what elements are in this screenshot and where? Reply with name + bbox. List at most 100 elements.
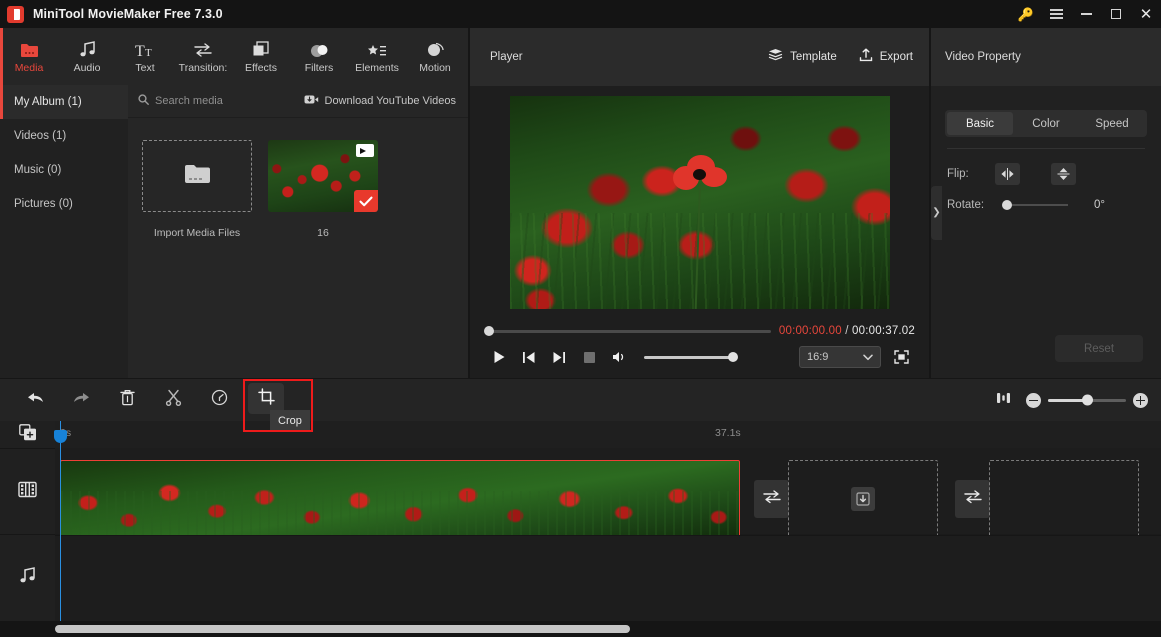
sidebar-item-music[interactable]: Music (0)	[0, 153, 128, 187]
undo-button[interactable]	[12, 379, 58, 421]
sidebar-item-pictures[interactable]: Pictures (0)	[0, 187, 128, 221]
volume-icon[interactable]	[604, 342, 634, 372]
fullscreen-icon[interactable]	[887, 344, 915, 370]
play-icon[interactable]	[484, 342, 514, 372]
stop-icon[interactable]	[574, 342, 604, 372]
media-grid: Import Media Files 16	[128, 118, 468, 239]
timeline-tracks	[55, 448, 1161, 621]
add-clip-icon	[851, 487, 875, 511]
nav-item-audio[interactable]: Audio	[58, 28, 116, 85]
sidebar-item-videos[interactable]: Videos (1)	[0, 119, 128, 153]
import-media-tile[interactable]: Import Media Files	[142, 140, 252, 239]
video-track[interactable]	[55, 448, 1161, 538]
volume-slider[interactable]	[644, 352, 738, 362]
undo-arrow-icon	[26, 390, 45, 410]
player-controls: 00:00:00.00 / 00:00:37.02 16:9	[470, 318, 929, 378]
drop-slot-2[interactable]	[989, 460, 1139, 538]
player-title: Player	[490, 51, 523, 63]
zoom-in-icon[interactable]	[1133, 392, 1148, 408]
property-panel: Video Property Basic Color Speed Flip: R…	[931, 28, 1161, 378]
key-icon[interactable]: 🔑	[1011, 0, 1041, 28]
timeline-track-rail	[0, 421, 55, 621]
timeline-ruler[interactable]: 0s 37.1s	[55, 421, 1161, 448]
seek-slider[interactable]	[484, 326, 771, 336]
next-frame-icon[interactable]	[544, 342, 574, 372]
check-icon[interactable]	[354, 190, 378, 212]
transition-slot-2[interactable]	[955, 480, 990, 518]
panel-collapse-handle[interactable]: ❯	[931, 186, 942, 240]
nav-item-effects[interactable]: Effects	[232, 28, 290, 85]
transition-arrows-icon	[762, 489, 781, 509]
nav-item-transitions[interactable]: Transition:	[174, 28, 232, 85]
export-button[interactable]: Export	[859, 48, 913, 67]
fit-to-window-button[interactable]	[980, 379, 1026, 421]
nav-item-label: Motion	[419, 61, 451, 74]
zoom-handle[interactable]	[1082, 394, 1093, 406]
audio-track[interactable]	[55, 535, 1161, 621]
tab-color[interactable]: Color	[1013, 112, 1079, 135]
property-panel-title: Video Property	[945, 51, 1021, 63]
transition-arrows-icon	[963, 489, 982, 509]
playhead-handle[interactable]	[54, 430, 67, 443]
volume-handle[interactable]	[728, 352, 738, 362]
playhead[interactable]	[54, 421, 67, 621]
transition-arrows-icon	[194, 40, 212, 58]
music-note-icon	[79, 40, 96, 58]
tab-label: Basic	[965, 117, 995, 130]
nav-item-label: Text	[135, 61, 155, 74]
crop-tooltip: Crop	[270, 410, 310, 432]
hamburger-menu-icon[interactable]	[1041, 0, 1071, 28]
media-clip-thumbnail[interactable]	[268, 140, 378, 212]
import-drop-area[interactable]	[142, 140, 252, 212]
download-youtube-button[interactable]: Download YouTube Videos	[304, 92, 469, 110]
rotate-slider[interactable]	[1002, 200, 1068, 210]
media-clip-tile[interactable]: 16	[268, 140, 378, 239]
album-label: My Album (1)	[14, 96, 82, 108]
audio-track-button[interactable]	[0, 534, 55, 621]
app-window: MiniTool MovieMaker Free 7.3.0 🔑 ✕ Media…	[0, 0, 1161, 637]
video-preview[interactable]	[509, 95, 890, 309]
speed-button[interactable]	[196, 379, 242, 421]
delete-button[interactable]	[104, 379, 150, 421]
add-media-button[interactable]	[0, 421, 55, 448]
property-tabs: Basic Color Speed	[945, 110, 1147, 137]
divider	[947, 148, 1145, 149]
video-track-button[interactable]	[0, 448, 55, 534]
nav-item-text[interactable]: TT Text	[116, 28, 174, 85]
split-button[interactable]	[150, 379, 196, 421]
timeline-clip[interactable]	[60, 460, 740, 538]
nav-item-elements[interactable]: Elements	[348, 28, 406, 85]
music-note-icon	[19, 567, 36, 589]
horizontal-scrollbar[interactable]	[55, 625, 630, 633]
rotate-handle[interactable]	[1002, 200, 1012, 210]
nav-item-media[interactable]: Media	[0, 28, 58, 85]
zoom-out-icon[interactable]	[1026, 392, 1041, 408]
time-display: 00:00:00.00 / 00:00:37.02	[779, 325, 915, 337]
drop-slot-1[interactable]	[788, 460, 938, 538]
sidebar-item-my-album[interactable]: My Album (1)	[0, 85, 128, 119]
chevron-down-icon	[863, 348, 873, 366]
redo-button[interactable]	[58, 379, 104, 421]
rotate-row: Rotate: 0°	[931, 199, 1161, 211]
search-input[interactable]: Search media	[128, 92, 223, 110]
transition-slot-1[interactable]	[754, 480, 789, 518]
flip-horizontal-icon[interactable]	[995, 163, 1020, 185]
flip-vertical-icon[interactable]	[1051, 163, 1076, 185]
nav-item-motion[interactable]: Motion	[406, 28, 464, 85]
template-button[interactable]: Template	[768, 48, 837, 66]
nav-item-filters[interactable]: Filters	[290, 28, 348, 85]
minimize-icon[interactable]	[1071, 0, 1101, 28]
seek-handle[interactable]	[484, 326, 494, 336]
reset-button[interactable]: Reset	[1055, 335, 1143, 362]
tab-basic[interactable]: Basic	[947, 112, 1013, 135]
previous-frame-icon[interactable]	[514, 342, 544, 372]
aspect-ratio-select[interactable]: 16:9	[799, 346, 881, 368]
tab-speed[interactable]: Speed	[1079, 112, 1145, 135]
close-icon[interactable]: ✕	[1131, 0, 1161, 28]
maximize-icon[interactable]	[1101, 0, 1131, 28]
export-upload-icon	[859, 48, 873, 67]
zoom-slider[interactable]	[1048, 394, 1126, 406]
fit-to-window-icon	[996, 391, 1011, 410]
chevron-right-icon: ❯	[932, 207, 941, 218]
svg-text:T: T	[135, 43, 145, 58]
